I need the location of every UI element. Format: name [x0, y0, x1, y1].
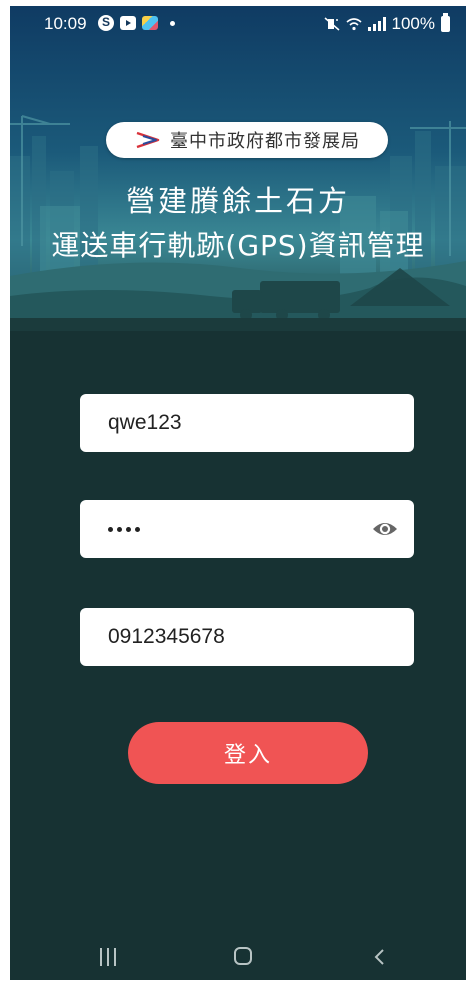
- agency-logo-icon: [136, 131, 160, 149]
- password-mask-dot: [135, 526, 140, 532]
- username-field[interactable]: [80, 394, 414, 452]
- gallery-icon: [142, 16, 158, 30]
- phone-screen: 10:09 100%: [10, 6, 466, 980]
- agency-badge: 臺中市政府都市發展局: [106, 122, 388, 158]
- password-input[interactable]: [108, 526, 140, 532]
- password-mask-dot: [108, 526, 113, 532]
- phone-field[interactable]: [80, 608, 414, 666]
- username-input[interactable]: [108, 411, 348, 435]
- back-button[interactable]: [370, 947, 390, 967]
- app-title-line1: 營建賸餘土石方: [125, 184, 350, 218]
- battery-icon: [441, 13, 450, 32]
- android-navigation-bar: [10, 934, 466, 980]
- status-bar: 10:09 100%: [10, 6, 466, 42]
- notification-icons: [98, 15, 175, 31]
- show-password-eye-icon[interactable]: [372, 518, 398, 540]
- more-notifications-dot-icon: [170, 20, 175, 26]
- system-status-icons: 100%: [324, 13, 450, 34]
- recent-apps-button[interactable]: [100, 948, 116, 966]
- status-time: 10:09: [44, 14, 87, 33]
- login-button[interactable]: 登入: [128, 722, 368, 784]
- phone-input[interactable]: [108, 625, 348, 649]
- mute-vibrate-icon: [324, 17, 340, 31]
- password-mask-dot: [126, 526, 131, 532]
- app-title-line2: 運送車行軌跡(GPS)資訊管理: [51, 229, 425, 262]
- skype-icon: [98, 15, 114, 31]
- signal-icon: [367, 17, 386, 31]
- youtube-icon: [120, 16, 136, 30]
- battery-percent: 100%: [391, 14, 435, 33]
- password-mask-dot: [117, 526, 122, 532]
- header-banner: [10, 6, 466, 331]
- city-skyline-illustration: [10, 115, 466, 331]
- wifi-icon: [345, 18, 362, 31]
- password-field[interactable]: [80, 500, 414, 558]
- agency-name: 臺中市政府都市發展局: [170, 131, 360, 152]
- home-button[interactable]: [234, 947, 252, 965]
